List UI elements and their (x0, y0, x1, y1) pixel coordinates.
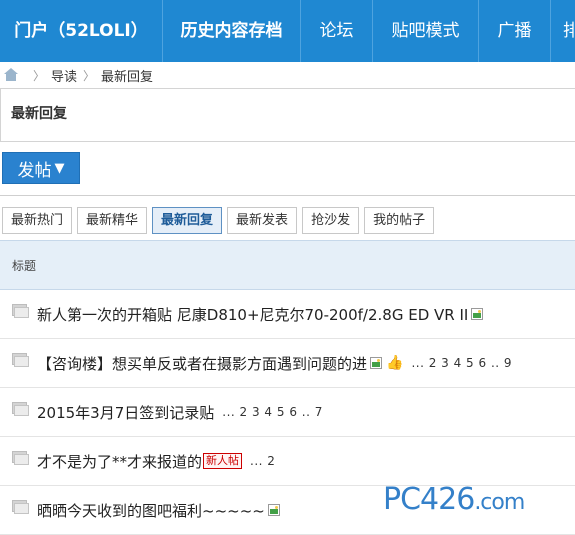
thread-title[interactable]: 【咨询楼】想买单反或者在摄影方面遇到问题的进 (37, 353, 367, 374)
caret-down-icon: ▼ (54, 160, 65, 176)
nav-item-broadcast[interactable]: 广播 (479, 0, 551, 62)
thread-title[interactable]: 2015年3月7日签到记录贴 (37, 402, 214, 423)
table-header: 标题 (0, 240, 575, 290)
page-links[interactable]: ... 2 3 4 5 6 .. 9 (411, 356, 512, 370)
post-button-label: 发帖 (17, 160, 52, 181)
tab-latest-reply[interactable]: 最新回复 (152, 207, 223, 234)
folder-icon[interactable] (12, 353, 29, 367)
table-row: 2015年3月7日签到记录贴 ... 2 3 4 5 6 .. 7 (0, 388, 575, 437)
thread-title[interactable]: 晒晒今天收到的图吧福利~~~~~ (37, 500, 265, 521)
nav-item-archive[interactable]: 历史内容存档 (163, 0, 301, 62)
filter-tabs: 最新热门 最新精华 最新回复 最新发表 抢沙发 我的帖子 (2, 207, 435, 234)
page-title: 最新回复 (11, 106, 67, 122)
nav-item-ranking[interactable]: 排 (551, 0, 575, 62)
breadcrumb-separator: 〉 (33, 68, 46, 83)
watermark-main: PC426 (383, 482, 475, 517)
breadcrumb-current[interactable]: 最新回复 (101, 66, 153, 85)
thumbs-up-icon: 👍 (386, 355, 404, 371)
breadcrumb: 〉 导读 〉 最新回复 (0, 62, 575, 88)
post-button[interactable]: 发帖 ▼ (2, 152, 80, 184)
breadcrumb-guide[interactable]: 导读 (51, 66, 77, 85)
folder-icon[interactable] (12, 451, 29, 465)
thread-title[interactable]: 新人第一次的开箱贴 尼康D810+尼克尔70-200f/2.8G ED VR I… (37, 304, 468, 325)
nav-item-forum[interactable]: 论坛 (301, 0, 373, 62)
nav-item-portal[interactable]: 门户（52LOLI） (0, 0, 163, 62)
folder-icon[interactable] (12, 402, 29, 416)
watermark-logo: PC426.com (383, 482, 525, 517)
folder-icon[interactable] (12, 500, 29, 514)
image-attachment-icon (370, 357, 383, 369)
table-row: 【咨询楼】想买单反或者在摄影方面遇到问题的进 👍 ... 2 3 4 5 6 .… (0, 339, 575, 388)
breadcrumb-separator: 〉 (83, 68, 96, 83)
watermark-suffix: .com (474, 490, 525, 515)
tab-hot[interactable]: 最新热门 (2, 207, 73, 234)
folder-icon[interactable] (12, 304, 29, 318)
image-attachment-icon (267, 504, 280, 516)
tab-my-threads[interactable]: 我的帖子 (364, 207, 435, 234)
home-icon[interactable] (3, 68, 19, 82)
nav-item-tieba-mode[interactable]: 贴吧模式 (373, 0, 479, 62)
page-heading-box: 最新回复 (0, 88, 575, 142)
thread-title[interactable]: 才不是为了**才来报道的 (37, 451, 202, 472)
table-row: 新人第一次的开箱贴 尼康D810+尼克尔70-200f/2.8G ED VR I… (0, 290, 575, 339)
column-title-header: 标题 (12, 259, 37, 273)
page-links[interactable]: ... 2 (250, 454, 275, 468)
tab-digest[interactable]: 最新精华 (77, 207, 148, 234)
new-user-badge: 新人帖 (203, 453, 243, 469)
page-links[interactable]: ... 2 3 4 5 6 .. 7 (222, 405, 323, 419)
divider (0, 195, 575, 196)
top-nav: 门户（52LOLI） 历史内容存档 论坛 贴吧模式 广播 排 (0, 0, 575, 62)
image-attachment-icon (471, 308, 484, 320)
tab-sofa[interactable]: 抢沙发 (302, 207, 360, 234)
tab-latest-post[interactable]: 最新发表 (227, 207, 298, 234)
table-row: 才不是为了**才来报道的 新人帖 ... 2 (0, 437, 575, 486)
